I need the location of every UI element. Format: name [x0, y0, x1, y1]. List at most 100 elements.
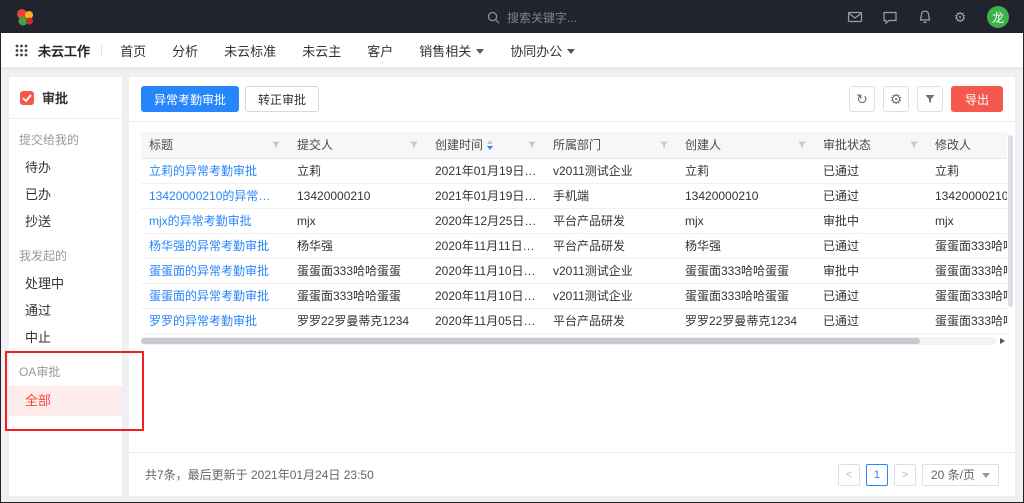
column-header-submitter[interactable]: 提交人 [289, 132, 427, 158]
sidebar-item-processing[interactable]: 处理中 [9, 270, 122, 297]
sidebar-item-done[interactable]: 已办 [9, 181, 122, 208]
vertical-scrollbar-thumb[interactable] [1008, 135, 1013, 307]
app-logo-icon[interactable] [15, 7, 35, 27]
cell-submitter: 蛋蛋面333哈哈蛋蛋 [289, 258, 427, 283]
nav-separator: | [100, 43, 103, 57]
sidebar-item-terminated[interactable]: 中止 [9, 324, 122, 351]
search-placeholder: 搜索关键字... [507, 9, 577, 26]
nav-item-customer[interactable]: 客户 [367, 41, 393, 60]
cell-created-time: 2020年11月11日 15:00 [427, 233, 545, 258]
prev-page-button[interactable]: < [838, 464, 860, 486]
user-avatar[interactable]: 龙 [987, 6, 1009, 28]
sidebar-body: 提交给我的待办已办抄送我发起的处理中通过中止OA审批全部 [9, 119, 122, 416]
filter-icon[interactable] [527, 140, 537, 150]
scroll-right-arrow-icon[interactable] [1000, 338, 1005, 344]
cell-submitter: 13420000210 [289, 183, 427, 208]
filter-icon[interactable] [409, 140, 419, 150]
cell-submitter: 立莉 [289, 158, 427, 183]
filter-icon[interactable] [797, 140, 807, 150]
table-row: mjx的异常考勤审批mjx2020年12月25日 16:04平台产品研发mjx审… [141, 208, 1007, 233]
cell-department: v2011测试企业 [545, 158, 677, 183]
vertical-scrollbar[interactable] [1008, 135, 1013, 405]
cell-title[interactable]: 罗罗的异常考勤审批 [141, 308, 289, 333]
filter-icon[interactable] [909, 140, 919, 150]
pagination: < 1 > 20 条/页 [838, 464, 999, 486]
approval-type-tabs: 异常考勤审批转正审批 [141, 86, 319, 112]
filter-button[interactable] [917, 86, 943, 112]
cell-modifier: 蛋蛋面333哈哈 [927, 283, 1007, 308]
page-number-button[interactable]: 1 [866, 464, 888, 486]
cell-created-time: 2020年12月25日 16:04 [427, 208, 545, 233]
cell-department: 平台产品研发 [545, 308, 677, 333]
nav-item-analysis[interactable]: 分析 [172, 41, 198, 60]
nav-item-sales-related[interactable]: 销售相关 [419, 41, 484, 60]
sort-icon[interactable] [487, 140, 493, 150]
cell-title[interactable]: 杨华强的异常考勤审批 [141, 233, 289, 258]
cell-approval-status: 已通过 [815, 183, 927, 208]
cell-modifier: 立莉 [927, 158, 1007, 183]
next-page-button[interactable]: > [894, 464, 916, 486]
nav-item-weiyun-main[interactable]: 未云主 [302, 41, 341, 60]
sidebar-item-todo[interactable]: 待办 [9, 154, 122, 181]
column-header-department[interactable]: 所属部门 [545, 132, 677, 158]
column-header-creator[interactable]: 创建人 [677, 132, 815, 158]
approval-stamp-icon [19, 90, 35, 106]
nav-item-weiyun-standard[interactable]: 未云标准 [224, 41, 276, 60]
nav-item-collaboration[interactable]: 协同办公 [510, 41, 575, 60]
horizontal-scrollbar[interactable] [141, 337, 997, 345]
cell-creator: mjx [677, 208, 815, 233]
sidebar-section-label: 提交给我的 [9, 119, 122, 154]
cell-modifier: 13420000210 [927, 183, 1007, 208]
mail-icon[interactable] [847, 9, 863, 25]
page-size-value: 20 条/页 [931, 466, 975, 483]
column-header-approval-status[interactable]: 审批状态 [815, 132, 927, 158]
app-launcher-icon[interactable] [15, 44, 28, 57]
cell-approval-status: 审批中 [815, 258, 927, 283]
content-area: 审批 提交给我的待办已办抄送我发起的处理中通过中止OA审批全部 异常考勤审批转正… [1, 68, 1023, 502]
sidebar-item-passed[interactable]: 通过 [9, 297, 122, 324]
refresh-button[interactable]: ↻ [849, 86, 875, 112]
column-settings-button[interactable]: ⚙ [883, 86, 909, 112]
sidebar-item-all[interactable]: 全部 [9, 386, 122, 416]
bell-icon[interactable] [917, 9, 933, 25]
topbar: 搜索关键字... ⚙ 龙 [1, 1, 1023, 33]
workspace-name[interactable]: 未云工作 [38, 41, 90, 60]
cell-title[interactable]: mjx的异常考勤审批 [141, 208, 289, 233]
cell-department: v2011测试企业 [545, 283, 677, 308]
table-row: 蛋蛋面的异常考勤审批蛋蛋面333哈哈蛋蛋2020年11月10日 09:56v20… [141, 283, 1007, 308]
column-label: 创建时间 [435, 136, 483, 153]
table-row: 立莉的异常考勤审批立莉2021年01月19日 10:22v2011测试企业立莉已… [141, 158, 1007, 183]
column-header-modifier[interactable]: 修改人 [927, 132, 1007, 158]
tab-regularization[interactable]: 转正审批 [245, 86, 319, 112]
sidebar-item-cc[interactable]: 抄送 [9, 208, 122, 235]
column-label: 修改人 [935, 136, 971, 153]
settings-gear-icon[interactable]: ⚙ [952, 9, 968, 25]
cell-title[interactable]: 蛋蛋面的异常考勤审批 [141, 258, 289, 283]
cell-submitter: 蛋蛋面333哈哈蛋蛋 [289, 283, 427, 308]
column-header-created-time[interactable]: 创建时间 [427, 132, 545, 158]
table-clip: 标题提交人创建时间所属部门创建人审批状态修改人立莉的异常考勤审批立莉2021年0… [141, 132, 1007, 334]
filter-icon [924, 93, 936, 105]
tab-abnormal-attendance[interactable]: 异常考勤审批 [141, 86, 239, 112]
cell-creator: 13420000210 [677, 183, 815, 208]
horizontal-scrollbar-thumb[interactable] [141, 338, 920, 344]
cell-title[interactable]: 蛋蛋面的异常考勤审批 [141, 283, 289, 308]
cell-title[interactable]: 立莉的异常考勤审批 [141, 158, 289, 183]
cell-modifier: 蛋蛋面333哈哈 [927, 233, 1007, 258]
cell-approval-status: 已通过 [815, 283, 927, 308]
page-size-select[interactable]: 20 条/页 [922, 464, 999, 486]
nav-item-home[interactable]: 首页 [120, 41, 146, 60]
filter-icon[interactable] [271, 140, 281, 150]
cell-submitter: mjx [289, 208, 427, 233]
filter-icon[interactable] [659, 140, 669, 150]
cell-title[interactable]: 13420000210的异常考勤审批 [141, 183, 289, 208]
search-input[interactable]: 搜索关键字... [487, 1, 657, 33]
cell-department: 平台产品研发 [545, 233, 677, 258]
export-button[interactable]: 导出 [951, 86, 1003, 112]
table-row: 杨华强的异常考勤审批杨华强2020年11月11日 15:00平台产品研发杨华强已… [141, 233, 1007, 258]
column-header-title[interactable]: 标题 [141, 132, 289, 158]
table-row: 13420000210的异常考勤审批134200002102021年01月19日… [141, 183, 1007, 208]
cell-created-time: 2021年01月19日 10:22 [427, 158, 545, 183]
chat-icon[interactable] [882, 9, 898, 25]
chevron-down-icon [476, 49, 484, 54]
